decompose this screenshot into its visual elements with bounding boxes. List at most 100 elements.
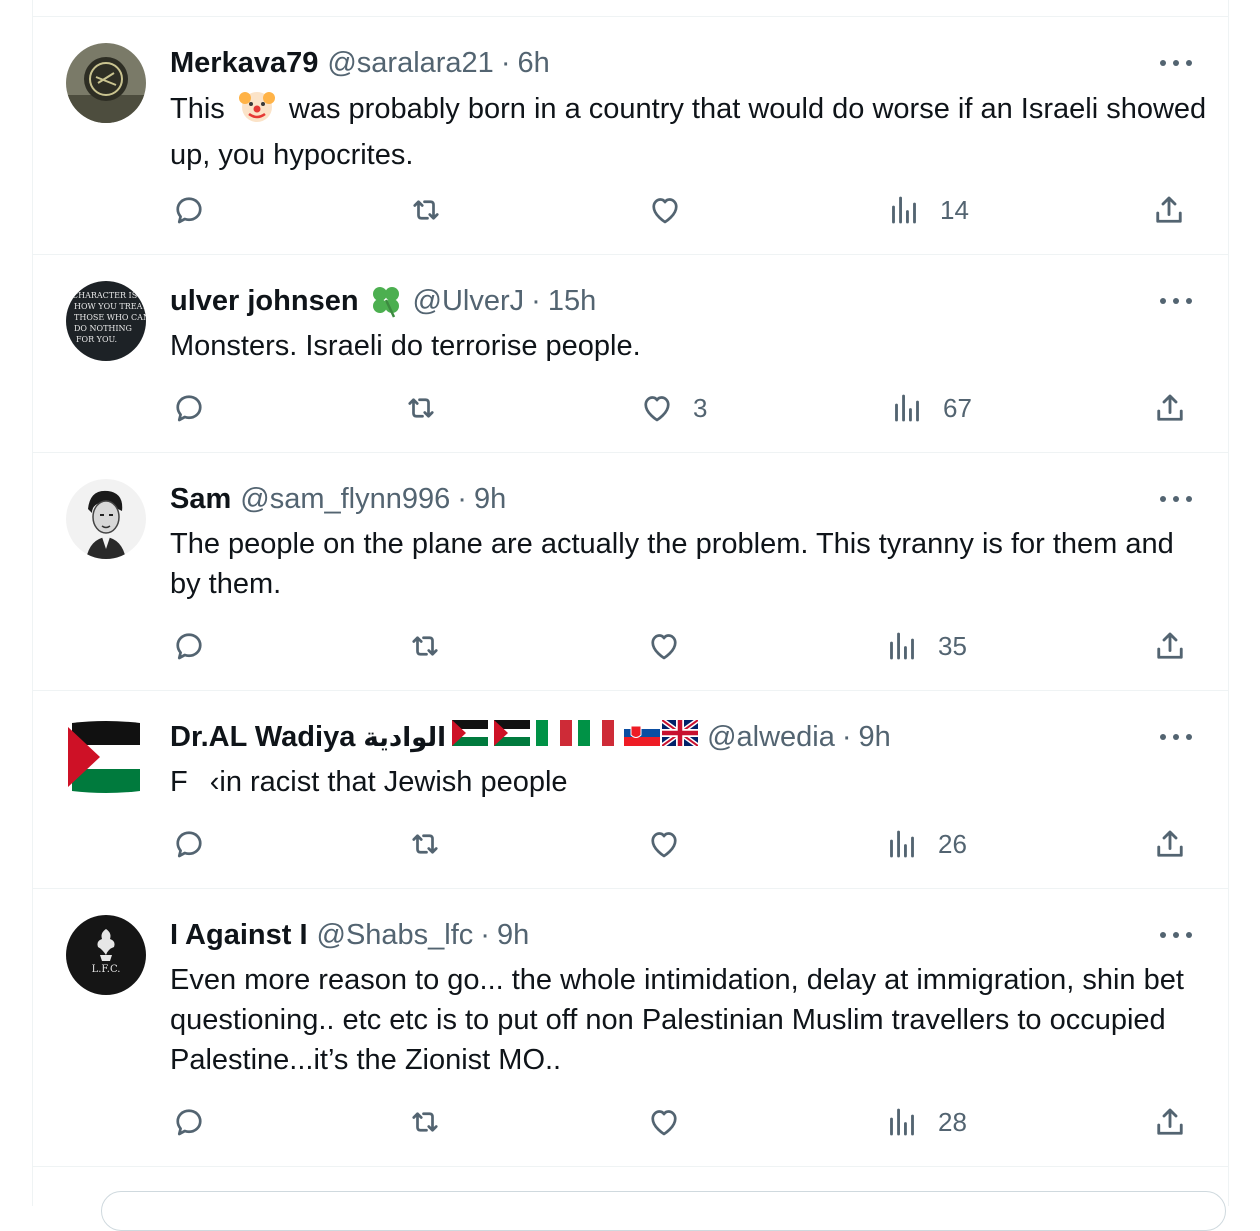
tweet-text-part: F [170,766,188,798]
action-bar: 14 [33,190,1228,230]
views-icon [890,1108,914,1136]
timestamp[interactable]: 9h [859,721,891,754]
display-name[interactable]: Dr.AL Wadiya [170,721,355,754]
avatar[interactable]: L.F.C. [66,915,146,995]
action-bar: 26 [33,824,1228,864]
like-button[interactable] [646,626,700,666]
timestamp[interactable]: 9h [474,483,506,516]
views-icon [890,632,914,660]
more-icon[interactable] [1160,297,1192,305]
views-button[interactable]: 26 [884,824,967,864]
repost-button[interactable] [407,626,443,666]
avatar-text: HOW YOU TREAT [74,302,146,311]
repost-button[interactable] [407,824,443,864]
reply-button[interactable] [171,1102,207,1142]
show-more-bar[interactable] [101,1191,1226,1231]
like-button[interactable] [646,824,700,864]
avatar[interactable] [66,717,146,797]
italy-flag-icon [536,720,573,754]
tweet[interactable]: Dr.AL Wadiya الوادية @alwedia · 9h F ‹in … [33,691,1228,889]
like-button[interactable]: 3 [639,388,707,428]
action-bar: 35 [33,626,1228,666]
views-button[interactable]: 14 [886,190,969,230]
more-icon[interactable] [1160,931,1192,939]
display-name[interactable]: Sam [170,483,231,516]
timestamp[interactable]: 15h [548,285,596,318]
tweet-header: Dr.AL Wadiya الوادية @alwedia · 9h [170,717,891,755]
share-button[interactable] [1152,626,1188,666]
like-button[interactable] [646,1102,700,1142]
display-name[interactable]: ulver johnsen [170,285,359,318]
like-icon [651,832,677,858]
uk-flag-icon [660,717,700,754]
share-icon [1157,394,1183,421]
repost-button[interactable] [403,388,439,428]
repost-icon [412,1112,438,1132]
more-icon[interactable] [1160,495,1192,503]
repost-icon [408,398,434,418]
tweet-text-part: ‹in racist that Jewish people [209,766,568,798]
views-icon [892,196,916,224]
like-icon [644,396,670,422]
tweet-header: Sam @sam_flynn996 · 9h [170,481,506,517]
tweet[interactable]: Merkava79 @saralara21 · 6h This was prob… [33,17,1228,255]
avatar-text: FOR YOU. [76,335,117,344]
more-icon[interactable] [1160,733,1192,741]
tweet-header: Merkava79 @saralara21 · 6h [170,45,550,81]
clown-emoji-icon [237,88,277,135]
avatar-text: L.F.C. [92,964,121,975]
palestine-flag-icon [452,720,489,754]
tweet[interactable]: Sam @sam_flynn996 · 9h The people on the… [33,453,1228,691]
timestamp[interactable]: 6h [517,47,549,80]
separator: · [531,284,541,317]
views-icon [890,830,914,858]
view-count: 35 [938,630,967,661]
like-button[interactable] [647,190,701,230]
avatar-text: THOSE WHO CAN [74,313,146,322]
reply-button[interactable] [171,388,207,428]
display-name[interactable]: I Against I [170,919,308,952]
views-button[interactable]: 67 [889,388,972,428]
avatar-text: CHARACTER IS [72,291,137,300]
views-button[interactable]: 28 [884,1102,967,1142]
user-handle[interactable]: @saralara21 [327,47,493,80]
share-button[interactable] [1152,824,1188,864]
share-button[interactable] [1151,190,1187,230]
more-icon[interactable] [1160,59,1192,67]
share-icon [1157,632,1183,659]
avatar[interactable]: CHARACTER IS HOW YOU TREAT THOSE WHO CAN… [66,281,146,361]
repost-icon [412,636,438,656]
user-handle[interactable]: @alwedia [707,721,835,754]
view-count: 14 [940,194,969,225]
clover-emoji-icon [368,284,404,318]
user-handle[interactable]: @Shabs_lfc [317,919,474,952]
separator: · [500,46,511,79]
reply-icon [176,831,202,858]
reply-button[interactable] [171,190,207,230]
repost-button[interactable] [408,190,444,230]
reply-button[interactable] [171,626,207,666]
avatar[interactable] [66,479,146,559]
share-button[interactable] [1152,1102,1188,1142]
user-handle[interactable]: @sam_flynn996 [240,483,450,516]
reply-button[interactable] [171,824,207,864]
like-icon [651,634,677,660]
tweet-text: This was probably born in a country that… [170,88,1210,175]
italy-flag-icon [578,720,615,754]
timestamp[interactable]: 9h [497,919,529,952]
reply-icon [176,197,202,224]
action-bar: 3 67 [33,388,1228,428]
share-button[interactable] [1152,388,1188,428]
display-name-arabic: الوادية [363,721,447,752]
repost-icon [413,200,439,220]
like-icon [651,1110,677,1136]
palestine-flag-icon [494,720,531,754]
tweet[interactable]: CHARACTER IS HOW YOU TREAT THOSE WHO CAN… [33,255,1228,453]
display-name[interactable]: Merkava79 [170,47,318,80]
views-button[interactable]: 35 [884,626,967,666]
user-handle[interactable]: @UlverJ [413,285,525,318]
tweet[interactable]: L.F.C. I Against I @Shabs_lfc · 9h Even … [33,889,1228,1167]
avatar[interactable] [66,43,146,123]
like-count: 3 [693,392,708,423]
repost-button[interactable] [407,1102,443,1142]
